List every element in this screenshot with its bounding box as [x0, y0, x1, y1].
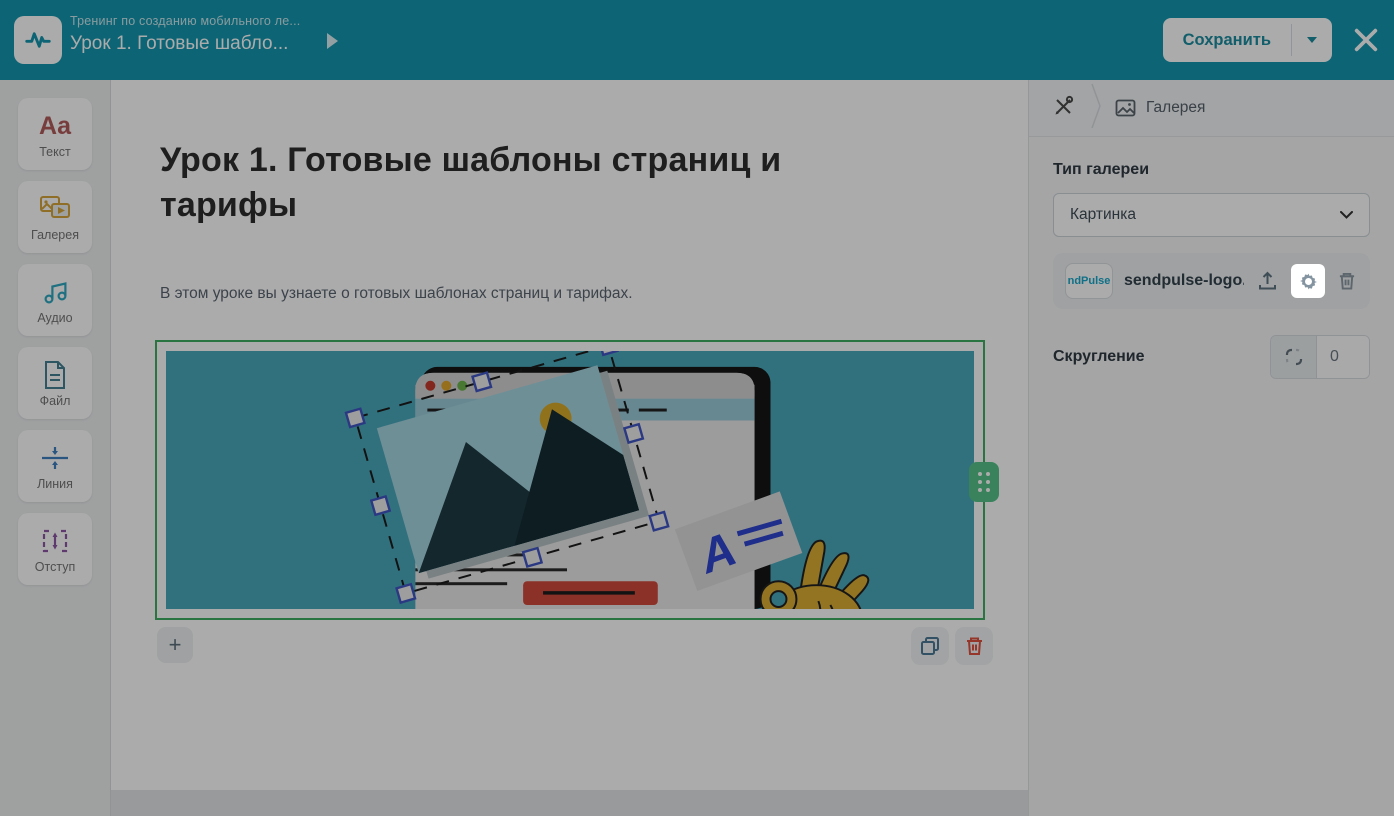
line-icon: [40, 441, 70, 475]
lesson-canvas: Урок 1. Готовые шаблоны страниц и тарифы…: [111, 80, 1028, 816]
radius-control: [1270, 335, 1370, 379]
settings-panel: Галерея Тип галереи Картинка ndPulse sen…: [1028, 80, 1394, 816]
topbar: Тренинг по созданию мобильного ле... Уро…: [0, 0, 1394, 80]
expand-breadcrumb-arrow-icon[interactable]: [327, 33, 339, 54]
lesson-heading[interactable]: Урок 1. Готовые шаблоны страниц и тарифы: [160, 138, 860, 228]
upload-image-button[interactable]: [1255, 269, 1280, 294]
gallery-file-row[interactable]: ndPulse sendpulse-logo.png: [1053, 253, 1370, 309]
course-title[interactable]: Тренинг по созданию мобильного ле...: [70, 14, 300, 28]
copy-icon: [921, 637, 939, 655]
trash-icon: [1339, 272, 1355, 290]
close-icon: [1354, 28, 1378, 52]
save-button-label: Сохранить: [1182, 30, 1271, 49]
image-icon: [1115, 99, 1136, 117]
corner-radius-icon: [1285, 348, 1302, 366]
duplicate-block-button[interactable]: [911, 627, 949, 665]
chevron-down-icon: [1340, 211, 1353, 219]
breadcrumb: Тренинг по созданию мобильного ле... Уро…: [70, 14, 300, 55]
gear-icon: [1299, 273, 1317, 289]
radius-label: Скругление: [1053, 348, 1145, 365]
close-editor-button[interactable]: [1352, 26, 1380, 54]
panel-header: Галерея: [1029, 80, 1394, 137]
lesson-title[interactable]: Урок 1. Готовые шабло...: [70, 33, 300, 55]
gallery-icon: [39, 192, 71, 226]
gallery-type-value: Картинка: [1070, 206, 1136, 223]
add-block-button[interactable]: +: [157, 627, 193, 663]
gallery-type-label: Тип галереи: [1053, 161, 1150, 178]
panel-breadcrumb-gallery[interactable]: Галерея: [1115, 99, 1205, 117]
sidebar-item-file[interactable]: Файл: [18, 347, 92, 419]
text-aa-icon: Aa: [39, 111, 71, 140]
save-dropdown-caret-icon[interactable]: [1292, 18, 1332, 62]
block-drag-handle[interactable]: [969, 462, 999, 502]
breadcrumb-separator: [1091, 83, 1101, 134]
file-thumbnail: ndPulse: [1065, 263, 1113, 299]
audio-note-icon: [41, 275, 69, 309]
thumbnail-logo-text: ndPulse: [1067, 275, 1111, 287]
gallery-image-block-selected[interactable]: A: [155, 340, 985, 620]
lesson-illustration: A: [166, 351, 974, 609]
sidebar-item-spacing[interactable]: Отступ: [18, 513, 92, 585]
upload-icon: [1259, 271, 1276, 289]
lesson-sheet: Урок 1. Готовые шаблоны страниц и тарифы…: [111, 80, 1028, 790]
gallery-type-select[interactable]: Картинка: [1053, 193, 1370, 237]
builder-tools-icon[interactable]: [1051, 94, 1075, 123]
app-logo[interactable]: [14, 16, 62, 64]
radius-input[interactable]: [1317, 336, 1369, 378]
save-button[interactable]: Сохранить: [1162, 18, 1332, 62]
panel-header-label: Галерея: [1146, 99, 1206, 116]
blocks-sidebar: Aa Текст Галерея Аудио Файл Линия Отступ: [0, 80, 111, 816]
sidebar-item-text[interactable]: Aa Текст: [18, 98, 92, 170]
file-name: sendpulse-logo.png: [1124, 272, 1244, 289]
corner-radius-toggle[interactable]: [1271, 336, 1317, 378]
delete-block-button[interactable]: [955, 627, 993, 665]
file-icon: [42, 358, 68, 392]
radius-setting-row: Скругление: [1053, 335, 1370, 379]
delete-image-button[interactable]: [1336, 269, 1358, 293]
lesson-paragraph[interactable]: В этом уроке вы узнаете о готовых шаблон…: [160, 285, 633, 303]
sidebar-item-line[interactable]: Линия: [18, 430, 92, 502]
trash-icon: [966, 637, 982, 655]
block-actions: [911, 627, 993, 665]
pulse-icon: [25, 32, 51, 48]
image-settings-button-highlighted[interactable]: [1291, 264, 1325, 298]
spacing-icon: [40, 524, 70, 558]
panel-body: Тип галереи Картинка ndPulse sendpulse-l…: [1029, 137, 1394, 403]
sidebar-item-gallery[interactable]: Галерея: [18, 181, 92, 253]
sidebar-item-audio[interactable]: Аудио: [18, 264, 92, 336]
